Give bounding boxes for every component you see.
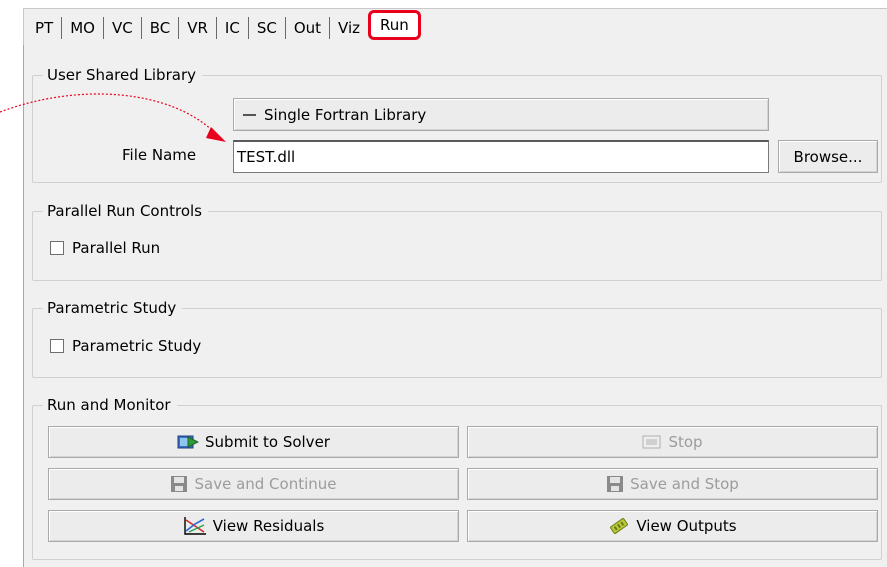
file-name-label: File Name bbox=[122, 146, 197, 164]
floppy-disk-icon bbox=[606, 475, 624, 493]
run-panel: User Shared Library Single Fortran Libra… bbox=[23, 45, 887, 567]
tab-bc[interactable]: BC bbox=[142, 17, 179, 39]
save-and-stop-button[interactable]: Save and Stop bbox=[467, 468, 878, 500]
tab-mo[interactable]: MO bbox=[62, 17, 103, 39]
parametric-study-checkbox[interactable] bbox=[50, 339, 64, 353]
solver-submit-icon bbox=[177, 433, 200, 451]
tab-ic[interactable]: IC bbox=[217, 17, 248, 39]
tab-bar: PT MO VC BC VR IC SC Out Viz Run bbox=[23, 8, 887, 45]
tab-run[interactable]: Run bbox=[368, 10, 421, 40]
floppy-disk-icon bbox=[170, 475, 188, 493]
tab-out[interactable]: Out bbox=[286, 17, 329, 39]
view-residuals-label: View Residuals bbox=[212, 517, 325, 535]
parallel-run-controls-title: Parallel Run Controls bbox=[43, 201, 208, 221]
tab-sc[interactable]: SC bbox=[249, 17, 285, 39]
view-outputs-button[interactable]: View Outputs bbox=[467, 510, 878, 542]
user-shared-library-group: User Shared Library Single Fortran Libra… bbox=[32, 65, 882, 183]
residuals-chart-icon bbox=[183, 516, 207, 536]
stop-icon bbox=[642, 434, 662, 450]
tab-pt[interactable]: PT bbox=[27, 17, 61, 39]
file-name-input[interactable]: TEST.dll bbox=[233, 140, 769, 173]
user-shared-library-title: User Shared Library bbox=[43, 65, 202, 85]
browse-button[interactable]: Browse... bbox=[778, 140, 878, 173]
stop-button[interactable]: Stop bbox=[467, 426, 878, 458]
parametric-study-title: Parametric Study bbox=[43, 298, 183, 318]
submit-to-solver-button[interactable]: Submit to Solver bbox=[48, 426, 459, 458]
save-and-continue-button[interactable]: Save and Continue bbox=[48, 468, 459, 500]
save-and-stop-label: Save and Stop bbox=[630, 475, 739, 493]
submit-to-solver-label: Submit to Solver bbox=[205, 433, 330, 451]
option-indicator-icon bbox=[242, 110, 258, 120]
parallel-run-checkbox-row[interactable]: Parallel Run bbox=[50, 239, 160, 257]
save-and-continue-label: Save and Continue bbox=[194, 475, 337, 493]
parametric-study-group: Parametric Study Parametric Study bbox=[32, 298, 882, 378]
parametric-study-checkbox-row[interactable]: Parametric Study bbox=[50, 337, 201, 355]
parallel-run-checkbox[interactable] bbox=[50, 241, 64, 255]
library-type-label: Single Fortran Library bbox=[264, 105, 427, 124]
tab-vr[interactable]: VR bbox=[179, 17, 216, 39]
parallel-run-controls-group: Parallel Run Controls Parallel Run bbox=[32, 201, 882, 281]
run-and-monitor-group: Run and Monitor Submit to Solver Stop Sa… bbox=[32, 395, 882, 560]
outputs-icon bbox=[608, 516, 630, 536]
stop-label: Stop bbox=[668, 433, 703, 451]
tab-viz[interactable]: Viz bbox=[330, 17, 368, 39]
library-type-selector[interactable]: Single Fortran Library bbox=[233, 98, 769, 131]
view-residuals-button[interactable]: View Residuals bbox=[48, 510, 459, 542]
parallel-run-label: Parallel Run bbox=[72, 239, 161, 257]
view-outputs-label: View Outputs bbox=[636, 517, 737, 535]
tab-vc[interactable]: VC bbox=[104, 17, 141, 39]
run-and-monitor-title: Run and Monitor bbox=[43, 395, 177, 415]
parametric-study-label: Parametric Study bbox=[72, 337, 202, 355]
tab-list: PT MO VC BC VR IC SC Out Viz Run bbox=[27, 10, 421, 40]
